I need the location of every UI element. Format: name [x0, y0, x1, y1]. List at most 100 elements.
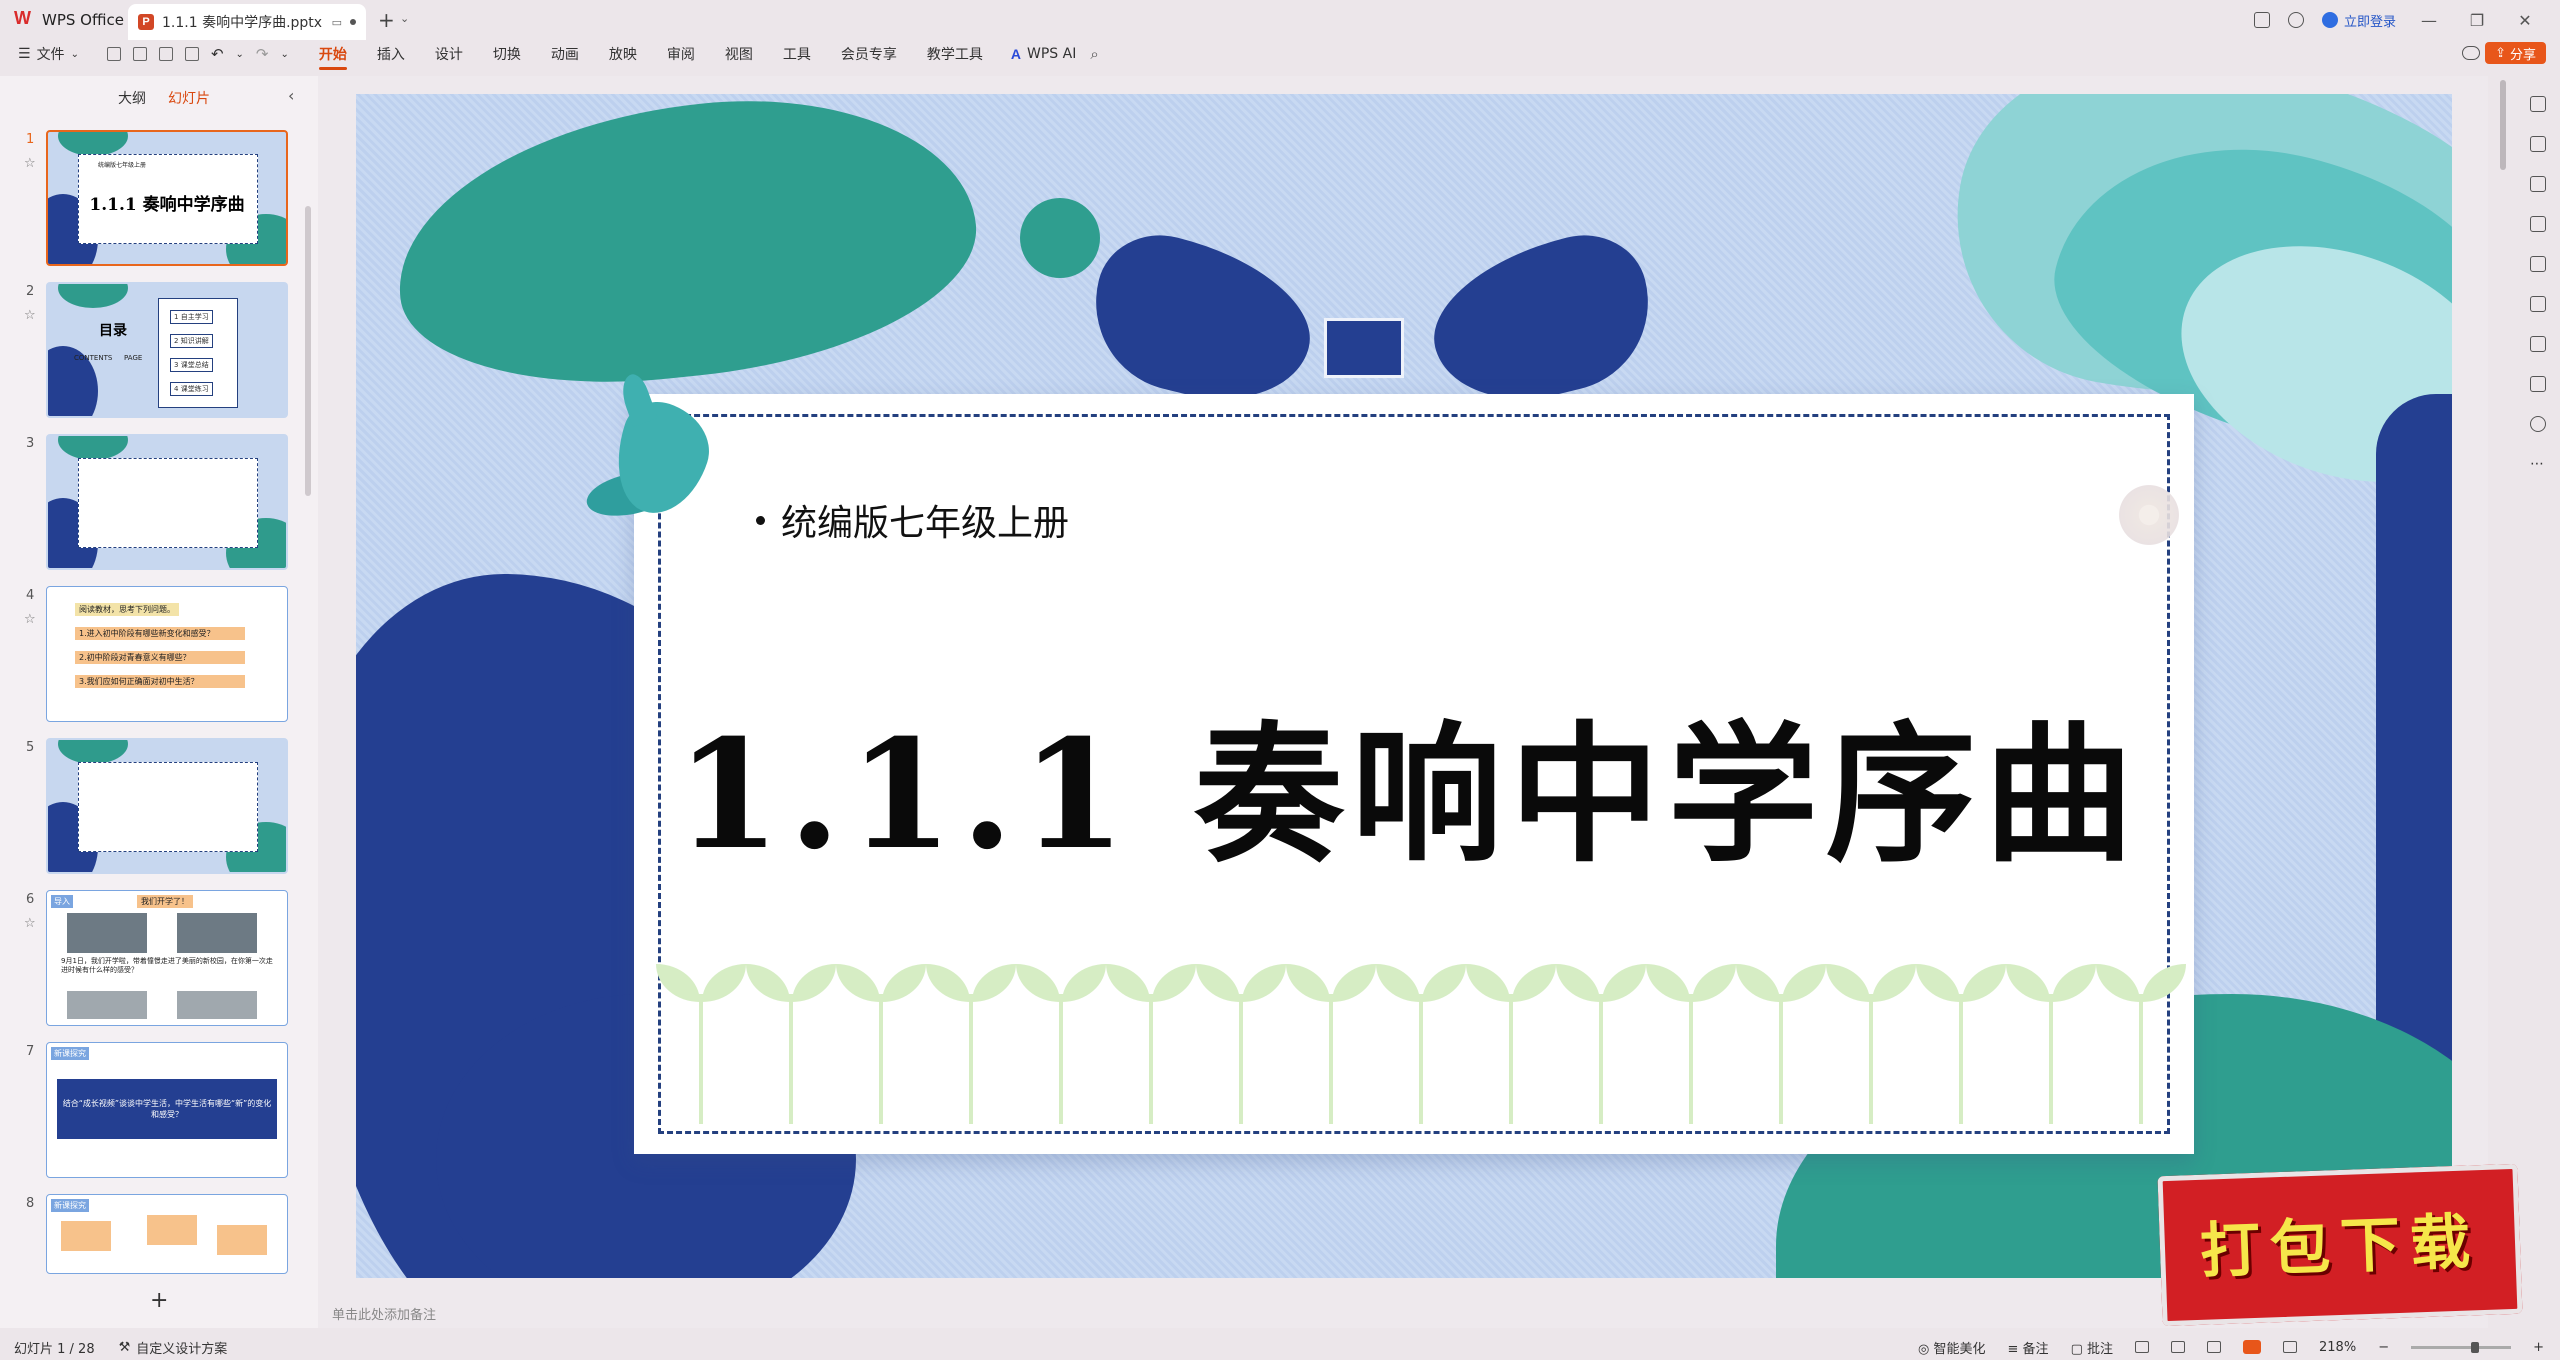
star-icon[interactable]: ☆	[24, 308, 36, 323]
tab-slideshow[interactable]: 放映	[609, 40, 637, 68]
slide-thumbnail-1[interactable]: 统编版七年级上册 1.1.1 奏响中学序曲	[46, 130, 288, 266]
tab-review[interactable]: 审阅	[667, 40, 695, 68]
print-preview-icon[interactable]	[184, 47, 199, 61]
star-icon[interactable]: ☆	[24, 916, 36, 931]
download-stamp-text: 打包下载	[2198, 1207, 2482, 1287]
layout-icon[interactable]	[2530, 336, 2546, 352]
slide-panel: 大纲 幻灯片 ‹ 1 ☆ 统编版七年级上册 1.1.1 奏响中学序曲 2 ☆ 目…	[0, 76, 318, 1328]
download-stamp[interactable]: 打包下载	[2157, 1163, 2523, 1327]
unsaved-dot-icon[interactable]	[350, 19, 356, 25]
panel-tabs: 大纲 幻灯片	[118, 88, 210, 108]
slide-thumbnail-row[interactable]: 7 新课探究 结合“成长视频”谈谈中学生活，中学生活有哪些“新”的变化和感受？	[0, 1042, 318, 1182]
more-icon[interactable]: ⋯	[2530, 456, 2546, 472]
tab-design[interactable]: 设计	[435, 40, 463, 68]
window-layout-icon[interactable]	[2253, 12, 2270, 28]
login-button[interactable]: 立即登录	[2321, 11, 2396, 30]
collapse-icon[interactable]: ‹	[288, 86, 294, 105]
play-slideshow-icon[interactable]	[2243, 1340, 2262, 1354]
undo-icon[interactable]: ↶	[211, 45, 224, 63]
slide-thumbnail-4[interactable]: 阅读教材，思考下列问题。 1.进入初中阶段有哪些新变化和感受？ 2.初中阶段对青…	[46, 586, 288, 722]
star-icon[interactable]: ☆	[24, 156, 36, 171]
panel-scrollbar[interactable]	[305, 206, 311, 496]
normal-view-icon[interactable]	[2135, 1341, 2150, 1353]
design-scheme-button[interactable]: ⚒ 自定义设计方案	[119, 1338, 228, 1357]
more-icon[interactable]: ⌄	[281, 49, 289, 60]
close-button[interactable]: ✕	[2510, 11, 2540, 30]
slide-thumbnail-row[interactable]: 3	[0, 434, 318, 574]
slide-thumbnail-row[interactable]: 4 ☆ 阅读教材，思考下列问题。 1.进入初中阶段有哪些新变化和感受？ 2.初中…	[0, 586, 318, 726]
tab-monitor-icon[interactable]: ▭	[332, 16, 342, 29]
slide-thumbnail-row[interactable]: 5	[0, 738, 318, 878]
zoom-slider[interactable]	[2411, 1341, 2512, 1353]
hamburger-icon: ☰	[18, 46, 31, 62]
slide-title[interactable]: 1.1.1 奏响中学序曲	[676, 674, 2176, 891]
chevron-down-icon[interactable]: ⌄	[400, 12, 409, 25]
restore-button[interactable]: ❐	[2462, 11, 2492, 30]
document-tab[interactable]: P 1.1.1 奏响中学序曲.pptx ▭	[128, 4, 366, 40]
notes-button[interactable]: ≡ 备注	[2008, 1338, 2049, 1357]
editor-scrollbar[interactable]	[2500, 80, 2506, 170]
new-tab-button[interactable]: +	[378, 8, 395, 32]
shape-icon[interactable]	[2530, 376, 2546, 392]
redo-icon[interactable]: ↷	[256, 45, 269, 63]
comment-button[interactable]: ▢ 批注	[2071, 1338, 2113, 1357]
star-icon[interactable]	[2530, 176, 2546, 192]
help-icon[interactable]	[2530, 416, 2546, 432]
tab-teaching-tools[interactable]: 教学工具	[927, 40, 983, 68]
tab-home[interactable]: 开始	[318, 40, 347, 70]
adjust-icon[interactable]	[2530, 136, 2546, 152]
tab-animations[interactable]: 动画	[551, 40, 579, 68]
copy-icon[interactable]	[2530, 216, 2546, 232]
fit-window-icon[interactable]	[2283, 1341, 2298, 1353]
zoom-slider-thumb[interactable]	[2471, 1341, 2480, 1353]
cube-icon[interactable]	[2287, 12, 2304, 28]
tab-transitions[interactable]: 切换	[493, 40, 521, 68]
minimize-panel-icon[interactable]	[2530, 96, 2546, 112]
save-icon[interactable]	[106, 47, 121, 61]
tab-tools[interactable]: 工具	[783, 40, 811, 68]
slide-thumbnail-7[interactable]: 新课探究 结合“成长视频”谈谈中学生活，中学生活有哪些“新”的变化和感受？	[46, 1042, 288, 1178]
search-icon[interactable]: ⌕	[1090, 45, 1098, 63]
tab-view[interactable]: 视图	[725, 40, 753, 68]
slide-subtitle[interactable]: 统编版七年级上册	[756, 494, 1069, 546]
template-icon[interactable]	[2530, 256, 2546, 272]
beautify-button[interactable]: ◎ 智能美化	[1918, 1338, 1986, 1357]
tab-member[interactable]: 会员专享	[841, 40, 897, 68]
slide-thumbnail-3[interactable]	[46, 434, 288, 570]
slide-thumbnail-8[interactable]: 新课探究	[46, 1194, 288, 1274]
share-link-icon[interactable]	[132, 47, 147, 61]
slide-canvas[interactable]: 统编版七年级上册 1.1.1 奏响中学序曲	[356, 94, 2452, 1278]
file-menu[interactable]: ☰ 文件 ⌄	[18, 44, 79, 64]
zoom-level[interactable]: 218%	[2319, 1340, 2356, 1355]
slide-thumbnail-row[interactable]: 8 新课探究	[0, 1194, 318, 1274]
star-icon[interactable]: ☆	[24, 612, 36, 627]
magic-icon[interactable]	[2530, 296, 2546, 312]
add-slide-button[interactable]: +	[150, 1288, 168, 1313]
reading-view-icon[interactable]	[2207, 1341, 2222, 1353]
minimize-button[interactable]: —	[2414, 11, 2444, 30]
slide-thumbnail-row[interactable]: 1 ☆ 统编版七年级上册 1.1.1 奏响中学序曲	[0, 130, 318, 270]
share-button[interactable]: ⇪ 分享	[2485, 42, 2546, 64]
slide-thumbnail-5[interactable]	[46, 738, 288, 874]
tab-slides[interactable]: 幻灯片	[168, 88, 210, 108]
slide-thumbnail-6[interactable]: 导入 我们开学了！ 9月1日，我们开学啦，带着憧憬走进了美丽的新校园，在你第一次…	[46, 890, 288, 1026]
slide-thumbnail-2[interactable]: 目录 CONTENTS PAGE 1 自主学习 2 知识讲解 3 课堂总结 4 …	[46, 282, 288, 418]
zoom-out-button[interactable]: −	[2378, 1340, 2389, 1355]
app-brand[interactable]: WPS Office	[14, 6, 124, 34]
tab-insert[interactable]: 插入	[377, 40, 405, 68]
notes-placeholder[interactable]: 单击此处添加备注	[332, 1304, 436, 1323]
sprout-decoration	[2006, 964, 2096, 1124]
slide-thumbnail-row[interactable]: 2 ☆ 目录 CONTENTS PAGE 1 自主学习 2 知识讲解 3 课堂总…	[0, 282, 318, 422]
wps-ai-button[interactable]: A WPS AI	[1011, 46, 1076, 62]
chevron-down-icon[interactable]: ⌄	[236, 49, 244, 60]
zoom-in-button[interactable]: +	[2533, 1340, 2544, 1355]
slide-thumbnail-row[interactable]: 6 ☆ 导入 我们开学了！ 9月1日，我们开学啦，带着憧憬走进了美丽的新校园，在…	[0, 890, 318, 1030]
cloud-icon[interactable]	[2462, 46, 2480, 60]
print-icon[interactable]	[158, 47, 173, 61]
tab-outline[interactable]: 大纲	[118, 88, 146, 108]
wps-ai-label: WPS AI	[1027, 46, 1077, 62]
thumb-title: 1.1.1 奏响中学序曲	[89, 195, 245, 215]
slide-number: 6	[26, 892, 35, 907]
slide-number: 3	[26, 436, 35, 451]
grid-view-icon[interactable]	[2171, 1341, 2186, 1353]
